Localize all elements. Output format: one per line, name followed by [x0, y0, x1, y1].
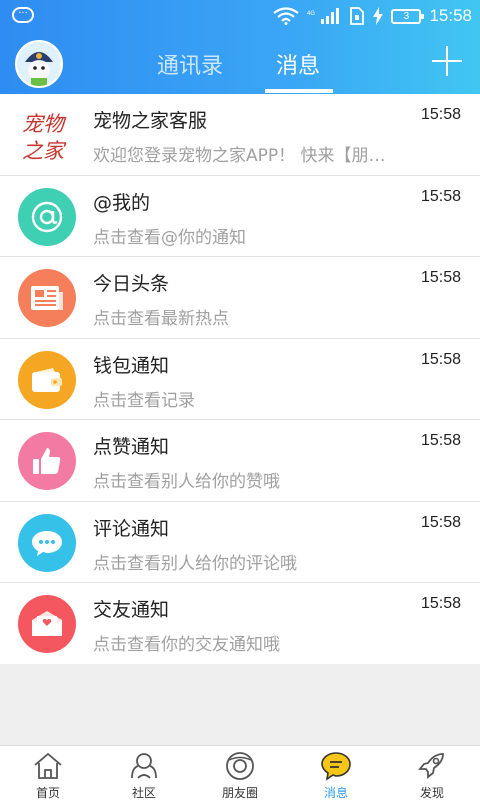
rocket-icon [418, 753, 444, 779]
status-bar: ··· 4G 3 15:58 [0, 0, 480, 32]
item-time: 15:58 [420, 595, 461, 612]
item-subtitle: 点击查看记录 [93, 390, 195, 411]
avatar[interactable] [15, 40, 63, 88]
item-time: 15:58 [420, 187, 461, 205]
item-subtitle: 点击查看别人给你的评论哦 [93, 553, 297, 574]
add-icon[interactable] [432, 46, 462, 76]
network-type-label: 4G [307, 11, 315, 17]
bottom-nav: 首页 社区 朋友圈 消息 发现 [0, 745, 480, 801]
item-subtitle: 点击查看别人给你的赞哦 [93, 472, 280, 492]
item-subtitle: 点击查看@你的通知 [93, 227, 246, 248]
nav-community[interactable]: 社区 [96, 746, 192, 801]
active-tab-indicator [265, 89, 333, 93]
nav-moments[interactable]: 朋友圈 [192, 746, 288, 801]
comment-icon [18, 513, 76, 572]
item-title: 今日头条 [93, 273, 170, 295]
avatar-image [17, 42, 61, 86]
tab-messages[interactable]: 消息 [276, 48, 320, 80]
message-list: 宠物 之家 宠物之家客服 欢迎您登录宠物之家APP！ 快来【朋… 15:58 @… [0, 94, 480, 664]
list-item[interactable]: 钱包通知 点击查看记录 15:58 [0, 339, 480, 420]
list-item[interactable]: 评论通知 点击查看别人给你的评论哦 15:58 [0, 502, 480, 583]
item-subtitle: 点击查看最新热点 [93, 309, 229, 329]
app-header: ··· 4G 3 15:58 通讯录 消息 [0, 0, 480, 94]
item-time: 15:58 [420, 432, 461, 449]
item-time: 15:58 [420, 106, 461, 123]
list-item[interactable]: 交友通知 点击查看你的交友通知哦 15:58 [0, 583, 480, 664]
wifi-icon [273, 7, 300, 25]
item-title: 宠物之家客服 [93, 110, 208, 132]
item-title: 点赞通知 [93, 436, 170, 458]
item-subtitle: 欢迎您登录宠物之家APP！ 快来【朋… [93, 146, 386, 166]
item-subtitle: 点击查看你的交友通知哦 [93, 635, 280, 655]
item-title: 交友通知 [93, 599, 170, 621]
list-item[interactable]: 宠物 之家 宠物之家客服 欢迎您登录宠物之家APP！ 快来【朋… 15:58 [0, 94, 480, 176]
logo-text-line2: 之家 [22, 139, 67, 163]
nav-home[interactable]: 首页 [0, 746, 96, 801]
nav-label: 朋友圈 [221, 786, 258, 800]
envelope-heart-icon [18, 595, 76, 653]
list-item[interactable]: 今日头条 点击查看最新热点 15:58 [0, 257, 480, 339]
list-item[interactable]: 点赞通知 点击查看别人给你的赞哦 15:58 [0, 420, 480, 502]
logo-text-line1: 宠物 [22, 112, 67, 136]
nav-discover[interactable]: 发现 [384, 746, 480, 801]
newspaper-icon [18, 269, 76, 327]
nav-label: 发现 [419, 786, 444, 800]
battery-icon: 3 [391, 8, 425, 24]
item-time: 15:58 [420, 269, 461, 286]
list-item[interactable]: @我的 点击查看@你的通知 15:58 [0, 176, 480, 257]
thumbs-up-icon [18, 432, 76, 490]
item-title: 钱包通知 [93, 354, 170, 377]
item-title: 评论通知 [93, 517, 170, 540]
sim-icon [350, 7, 365, 25]
charging-icon [373, 7, 384, 25]
item-title: @我的 [93, 191, 151, 214]
item-time: 15:58 [420, 513, 461, 531]
message-icon [321, 752, 351, 781]
signal-icon: 4G [307, 8, 340, 24]
nav-label: 社区 [131, 786, 156, 800]
moments-icon [226, 752, 254, 780]
wallet-icon [18, 350, 76, 409]
at-icon [18, 187, 76, 246]
home-icon [34, 752, 62, 779]
nav-label: 首页 [35, 786, 60, 800]
more-dots-icon: ··· [12, 7, 34, 23]
tab-contacts[interactable]: 通讯录 [157, 48, 223, 80]
nav-messages[interactable]: 消息 [288, 746, 384, 801]
nav-label: 消息 [323, 786, 348, 800]
status-time: 15:58 [429, 6, 472, 25]
item-time: 15:58 [420, 350, 461, 368]
community-icon [131, 753, 157, 779]
pet-home-logo: 宠物 之家 [18, 106, 76, 164]
